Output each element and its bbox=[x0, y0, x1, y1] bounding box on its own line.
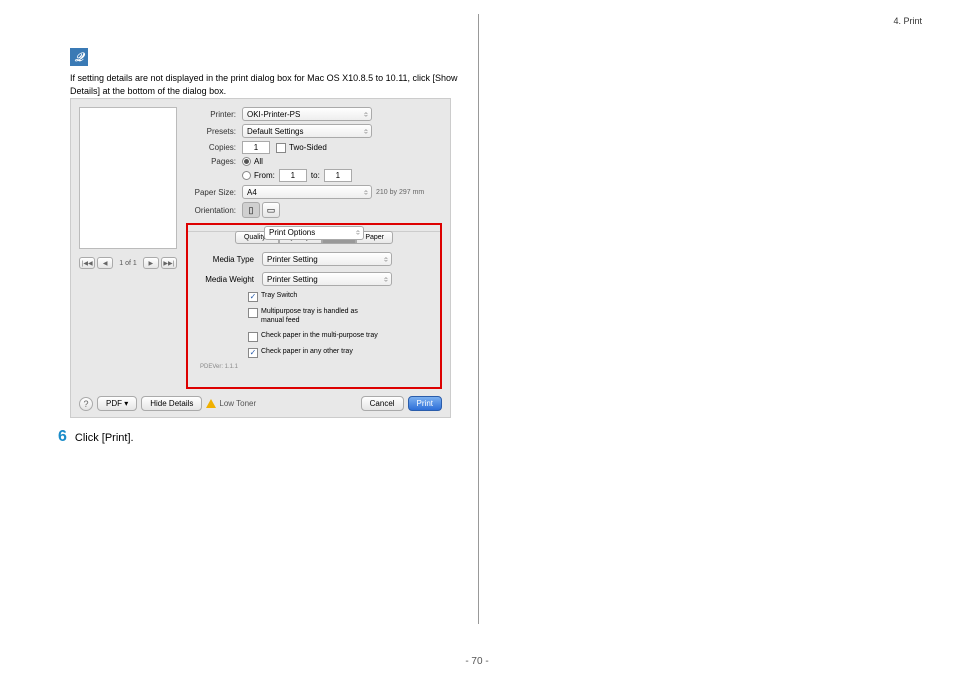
pdf-button[interactable]: PDF ▾ bbox=[97, 396, 137, 411]
printer-label: Printer: bbox=[186, 110, 242, 119]
step-number: 6 bbox=[58, 428, 67, 446]
dialog-footer: ? PDF ▾ Hide Details Low Toner Cancel Pr… bbox=[79, 396, 442, 411]
nav-prev-icon[interactable]: ◀ bbox=[97, 257, 113, 269]
header-section: 4. Print bbox=[893, 16, 922, 26]
orientation-label: Orientation: bbox=[186, 206, 242, 215]
mpt-manual-label: Multipurpose tray is handled as manual f… bbox=[261, 308, 371, 326]
nav-first-icon[interactable]: |◀◀ bbox=[79, 257, 95, 269]
print-dialog-screenshot: |◀◀ ◀ 1 of 1 ▶ ▶▶| Printer: OKI-Printer-… bbox=[70, 98, 451, 418]
panel-select[interactable]: Print Options bbox=[264, 226, 364, 240]
nav-next-icon[interactable]: ▶ bbox=[143, 257, 159, 269]
nav-page-count: 1 of 1 bbox=[115, 260, 141, 267]
presets-label: Presets: bbox=[186, 127, 242, 136]
media-type-label: Media Type bbox=[198, 255, 262, 264]
pages-from-input[interactable]: 1 bbox=[279, 169, 307, 182]
pages-all-radio[interactable] bbox=[242, 157, 251, 166]
copies-input[interactable]: 1 bbox=[242, 141, 270, 154]
page-number: - 70 - bbox=[0, 656, 954, 667]
pages-label: Pages: bbox=[186, 157, 242, 166]
media-weight-label: Media Weight bbox=[198, 275, 262, 284]
hide-details-button[interactable]: Hide Details bbox=[141, 396, 202, 411]
paper-size-select[interactable]: A4 bbox=[242, 185, 372, 199]
step-text: Click [Print]. bbox=[75, 432, 134, 444]
check-mpt-label: Check paper in the multi-purpose tray bbox=[261, 332, 378, 341]
cancel-button[interactable]: Cancel bbox=[361, 396, 404, 411]
page-navigator: |◀◀ ◀ 1 of 1 ▶ ▶▶| bbox=[79, 257, 177, 269]
pages-to-label: to: bbox=[307, 171, 324, 180]
note-block: 𝒬 If setting details are not displayed i… bbox=[70, 48, 470, 98]
tray-switch-label: Tray Switch bbox=[261, 292, 297, 301]
orientation-portrait-icon[interactable]: ▯ bbox=[242, 202, 260, 218]
help-button[interactable]: ? bbox=[79, 397, 93, 411]
pages-from-label: From: bbox=[254, 171, 275, 180]
media-weight-select[interactable]: Printer Setting bbox=[262, 272, 392, 286]
note-info-icon: 𝒬 bbox=[70, 48, 88, 66]
highlighted-feed-panel: Quality1 Quality2 Feed Paper Media Type … bbox=[186, 223, 442, 389]
pde-version: PDEVer: 1.1.1 bbox=[200, 364, 430, 370]
two-sided-label: Two-Sided bbox=[289, 143, 327, 152]
low-toner-status: Low Toner bbox=[206, 399, 256, 408]
warning-icon bbox=[206, 399, 216, 408]
note-text: If setting details are not displayed in … bbox=[70, 72, 470, 98]
paper-size-label: Paper Size: bbox=[186, 188, 242, 197]
column-divider bbox=[478, 14, 479, 624]
orientation-landscape-icon[interactable]: ▭ bbox=[262, 202, 280, 218]
low-toner-label: Low Toner bbox=[219, 399, 256, 408]
printer-select[interactable]: OKI-Printer-PS bbox=[242, 107, 372, 121]
pages-to-input[interactable]: 1 bbox=[324, 169, 352, 182]
check-mpt-checkbox[interactable] bbox=[248, 332, 258, 342]
pages-all-label: All bbox=[254, 157, 263, 166]
tray-switch-checkbox[interactable]: ✓ bbox=[248, 292, 258, 302]
media-type-select[interactable]: Printer Setting bbox=[262, 252, 392, 266]
check-other-checkbox[interactable]: ✓ bbox=[248, 348, 258, 358]
paper-dims: 210 by 297 mm bbox=[376, 189, 424, 196]
presets-select[interactable]: Default Settings bbox=[242, 124, 372, 138]
nav-last-icon[interactable]: ▶▶| bbox=[161, 257, 177, 269]
print-button[interactable]: Print bbox=[408, 396, 442, 411]
page-preview bbox=[79, 107, 177, 249]
mpt-manual-checkbox[interactable] bbox=[248, 308, 258, 318]
copies-label: Copies: bbox=[186, 143, 242, 152]
pages-from-radio[interactable] bbox=[242, 171, 251, 180]
two-sided-checkbox[interactable] bbox=[276, 143, 286, 153]
step-6: 6 Click [Print]. bbox=[58, 428, 134, 446]
check-other-label: Check paper in any other tray bbox=[261, 348, 353, 357]
